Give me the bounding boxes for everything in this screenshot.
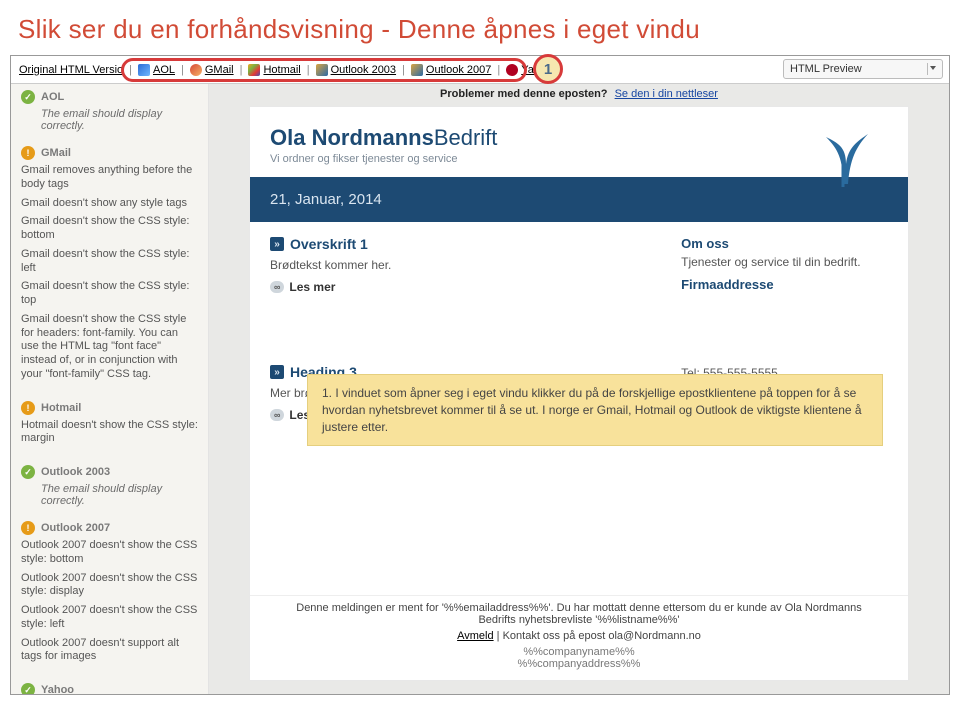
- problem-banner: Problemer med denne eposten? Se den i di…: [209, 84, 949, 100]
- step-badge: 1: [533, 54, 563, 84]
- tab-outlook-2007[interactable]: Outlook 2007: [411, 64, 491, 76]
- chevron-right-icon: »: [270, 237, 284, 251]
- tab-hotmail[interactable]: Hotmail: [248, 64, 300, 76]
- sidebar-issue: Gmail doesn't show the CSS style: bottom: [21, 215, 198, 243]
- outlook-2003-icon: [316, 64, 328, 76]
- instruction-callout: 1. I vinduet som åpner seg i eget vindu …: [307, 374, 883, 446]
- status-warn-icon: !: [21, 401, 35, 415]
- tab-outlook-2003[interactable]: Outlook 2003: [316, 64, 396, 76]
- unsubscribe-link[interactable]: Avmeld: [457, 630, 493, 642]
- outlook-2007-icon: [411, 64, 423, 76]
- view-in-browser-link[interactable]: Se den i din nettleser: [615, 88, 718, 100]
- status-ok-icon: ✓: [21, 90, 35, 104]
- link-icon: ∞: [270, 281, 284, 293]
- hotmail-icon: [248, 64, 260, 76]
- newsletter-paragraph: Brødtekst kommer her.: [270, 258, 663, 272]
- compatibility-sidebar: ✓ AOL The email should display correctly.…: [11, 84, 209, 694]
- tab-original-html[interactable]: Original HTML Versio: [19, 64, 123, 76]
- sidebar-issue: Gmail doesn't show any style tags: [21, 197, 198, 211]
- sidebar-issue: Gmail doesn't show the CSS style: top: [21, 280, 198, 308]
- sidebar-heading-aol: AOL: [41, 91, 64, 103]
- contact-text: Kontakt oss på epost ola@Nordmann.no: [503, 630, 701, 642]
- address-placeholder: %%companyaddress%%: [280, 658, 878, 670]
- sidebar-note: The email should display correctly.: [41, 108, 198, 132]
- preview-mode-select[interactable]: HTML Preview: [783, 59, 943, 79]
- brand-name: Ola NordmannsBedrift: [270, 125, 888, 151]
- sidebar-heading-yahoo: Yahoo: [41, 684, 74, 694]
- chevron-down-icon: [930, 66, 936, 70]
- sidebar-issue: Hotmail doesn't show the CSS style: marg…: [21, 419, 198, 447]
- tab-gmail[interactable]: GMail: [190, 64, 234, 76]
- preview-window: Original HTML Versio | AOL | GMail | Hot…: [10, 55, 950, 695]
- sidebar-issue: Outlook 2007 doesn't show the CSS style:…: [21, 604, 198, 632]
- yahoo-icon: [506, 64, 518, 76]
- sidebar-heading-outlook-2007: Outlook 2007: [41, 522, 110, 534]
- client-tab-bar: Original HTML Versio | AOL | GMail | Hot…: [11, 56, 949, 84]
- sidebar-issue: Outlook 2007 doesn't support alt tags fo…: [21, 637, 198, 665]
- sidebar-heading-gmail: GMail: [41, 147, 71, 159]
- newsletter-footer: Denne meldingen er ment for '%%emailaddr…: [250, 595, 908, 680]
- company-placeholder: %%companyname%%: [280, 646, 878, 658]
- status-warn-icon: !: [21, 521, 35, 535]
- sidebar-heading-outlook-2003: Outlook 2003: [41, 466, 110, 478]
- read-more-link[interactable]: ∞Les mer: [270, 280, 663, 294]
- status-warn-icon: !: [21, 146, 35, 160]
- sidebar-issue: Gmail doesn't show the CSS style for hea…: [21, 313, 198, 382]
- status-ok-icon: ✓: [21, 465, 35, 479]
- chevron-right-icon: »: [270, 365, 284, 379]
- tab-aol[interactable]: AOL: [138, 64, 175, 76]
- sidebar-issue: Outlook 2007 doesn't show the CSS style:…: [21, 539, 198, 567]
- aside-paragraph: Tjenester og service til din bedrift.: [681, 255, 888, 269]
- aside-heading-address: Firmaaddresse: [681, 277, 888, 292]
- brand-subtitle: Vi ordner og fikser tjenester og service: [270, 153, 888, 165]
- page-title: Slik ser du en forhåndsvisning - Denne å…: [0, 0, 960, 55]
- aside-heading-about: Om oss: [681, 236, 888, 251]
- sidebar-issue: Gmail doesn't show the CSS style: left: [21, 248, 198, 276]
- sidebar-issue: Gmail removes anything before the body t…: [21, 164, 198, 192]
- aol-icon: [138, 64, 150, 76]
- newsletter-heading-1: Overskrift 1: [290, 236, 368, 252]
- link-icon: ∞: [270, 409, 284, 421]
- sidebar-issue: Outlook 2007 doesn't show the CSS style:…: [21, 572, 198, 600]
- sidebar-heading-hotmail: Hotmail: [41, 402, 81, 414]
- leaf-icon: [808, 119, 878, 189]
- status-ok-icon: ✓: [21, 683, 35, 694]
- gmail-icon: [190, 64, 202, 76]
- sidebar-note: The email should display correctly.: [41, 483, 198, 507]
